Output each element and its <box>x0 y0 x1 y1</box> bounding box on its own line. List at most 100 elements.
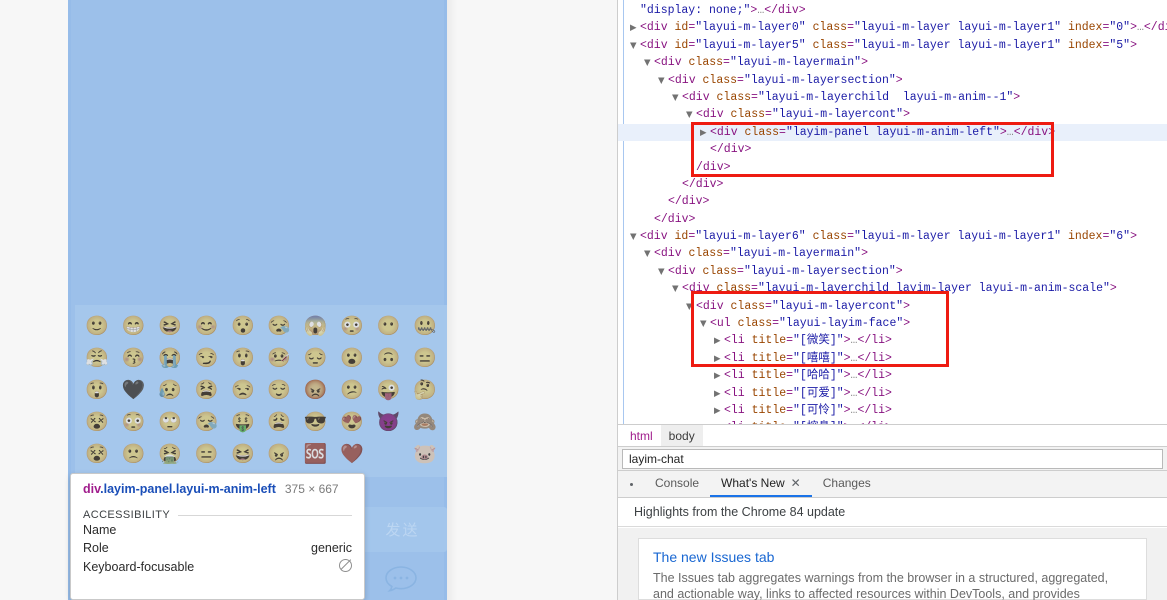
drawer-tab-changes[interactable]: Changes <box>812 471 882 497</box>
emoji-face[interactable]: 😊 <box>188 311 224 342</box>
emoji-face[interactable]: 😏 <box>188 343 224 374</box>
emoji-face[interactable]: 🤮 <box>152 439 188 470</box>
dom-node[interactable]: ▼ <ul class="layui-layim-face"> <box>618 315 1167 332</box>
emoji-face[interactable]: 😒 <box>225 375 261 406</box>
emoji-face[interactable]: 😑 <box>188 439 224 470</box>
chat-bubble-icon[interactable] <box>374 558 428 598</box>
chevron-down-icon[interactable]: ▼ <box>630 229 640 246</box>
chevron-right-icon[interactable]: ▶ <box>714 386 724 403</box>
emoji-face[interactable]: 😜 <box>370 375 406 406</box>
emoji-face[interactable]: 😲 <box>225 343 261 374</box>
breadcrumb[interactable]: html body <box>618 424 1167 447</box>
emoji-face[interactable]: 😩 <box>261 407 297 438</box>
dom-search-input[interactable] <box>622 449 1163 469</box>
emoji-face[interactable]: 😪 <box>261 311 297 342</box>
emoji-face[interactable]: 😵 <box>79 407 115 438</box>
emoji-face[interactable]: 😕 <box>334 375 370 406</box>
emoji-face[interactable]: 🖤 <box>115 375 151 406</box>
dom-node[interactable]: ▶ <li title="[可怜]">…</li> <box>618 402 1167 419</box>
emoji-face[interactable]: 😳 <box>115 407 151 438</box>
emoji-face[interactable]: 😶 <box>370 311 406 342</box>
emoji-face[interactable]: 😌 <box>261 375 297 406</box>
chevron-down-icon[interactable]: ▼ <box>686 299 696 316</box>
more-options-icon[interactable] <box>618 471 644 497</box>
emoji-face[interactable] <box>370 439 406 470</box>
emoji-face[interactable]: 🙈 <box>407 407 443 438</box>
dom-node[interactable]: ▼ <div class="layui-m-layermain"> <box>618 245 1167 262</box>
emoji-face[interactable]: 😳 <box>334 311 370 342</box>
emoji-face[interactable]: 😈 <box>370 407 406 438</box>
emoji-face[interactable]: 😭 <box>152 343 188 374</box>
chevron-down-icon[interactable]: ▼ <box>672 90 682 107</box>
dom-node[interactable]: ▶ <li title="[可爱]">…</li> <box>618 385 1167 402</box>
chevron-right-icon[interactable]: ▶ <box>630 20 640 37</box>
emoji-face[interactable]: 🆘 <box>297 439 333 470</box>
dom-node[interactable]: </div> <box>618 211 1167 228</box>
dom-node[interactable]: ▼ <div class="layui-m-layercont"> <box>618 106 1167 123</box>
emoji-face[interactable]: 😆 <box>225 439 261 470</box>
whats-new-card-title[interactable]: The new Issues tab <box>653 549 1132 565</box>
chevron-right-icon[interactable]: ▶ <box>714 333 724 350</box>
dom-node[interactable]: ▶ <div id="layui-m-layer0" class="layui-m… <box>618 19 1167 36</box>
chevron-right-icon[interactable]: ▶ <box>714 368 724 385</box>
drawer-tab-what-s-new[interactable]: What's New ✕ <box>710 471 812 497</box>
breadcrumb-item-body[interactable]: body <box>660 424 703 447</box>
emoji-face[interactable]: 😔 <box>297 343 333 374</box>
emoji-face[interactable]: 😑 <box>407 343 443 374</box>
dom-node[interactable]: ▼ <div id="layui-m-layer5" class="layui-m… <box>618 37 1167 54</box>
emoji-face[interactable] <box>370 471 406 502</box>
chevron-down-icon[interactable]: ▼ <box>700 316 710 333</box>
chevron-down-icon[interactable]: ▼ <box>658 73 668 90</box>
dom-node[interactable]: </div> <box>618 193 1167 210</box>
emoji-face[interactable]: 😤 <box>79 343 115 374</box>
emoji-face[interactable]: 😥 <box>152 375 188 406</box>
dom-node[interactable]: ▶ <li title="[哈哈]">…</li> <box>618 367 1167 384</box>
emoji-face[interactable]: 😪 <box>188 407 224 438</box>
dom-node[interactable]: /div> <box>618 159 1167 176</box>
breadcrumb-item-html[interactable]: html <box>622 425 661 447</box>
emoji-face[interactable]: 🤐 <box>407 311 443 342</box>
dom-node[interactable]: ▶ <li title="[微笑]">…</li> <box>618 332 1167 349</box>
emoji-face[interactable]: 😮 <box>334 343 370 374</box>
emoji-face[interactable]: 😠 <box>261 439 297 470</box>
chevron-down-icon[interactable]: ▼ <box>672 281 682 298</box>
emoji-face[interactable]: 😯 <box>225 311 261 342</box>
chevron-down-icon[interactable]: ▼ <box>630 38 640 55</box>
dom-node[interactable]: ▼ <div class="layui-m-layercont"> <box>618 298 1167 315</box>
close-icon[interactable]: ✕ <box>791 476 801 490</box>
emoji-face[interactable]: 😚 <box>115 343 151 374</box>
emoji-face[interactable]: 😲 <box>79 375 115 406</box>
dom-node[interactable]: </div> <box>618 141 1167 158</box>
dom-node[interactable]: ▼ <div class="layui-m-layermain"> <box>618 54 1167 71</box>
chevron-down-icon[interactable]: ▼ <box>644 246 654 263</box>
emoji-face[interactable]: 🐷 <box>407 439 443 470</box>
chevron-right-icon[interactable]: ▶ <box>714 403 724 420</box>
dom-node[interactable]: ▼ <div class="layui-m-layersection"> <box>618 263 1167 280</box>
emoji-face[interactable]: 🤒 <box>261 343 297 374</box>
dom-node[interactable]: "display: none;">…</div> <box>618 2 1167 19</box>
emoji-face[interactable]: 😡 <box>297 375 333 406</box>
emoji-face[interactable]: 😁 <box>115 311 151 342</box>
dom-node[interactable]: ▼ <div class="layui-m-layerchild layim-la… <box>618 280 1167 297</box>
dom-node[interactable]: ▶ <li title="[嘻嘻]">…</li> <box>618 350 1167 367</box>
emoji-face[interactable]: 😱 <box>297 311 333 342</box>
send-button[interactable]: 发送 <box>358 507 447 552</box>
emoji-face[interactable]: 😫 <box>188 375 224 406</box>
chevron-right-icon[interactable]: ▶ <box>700 125 710 142</box>
chevron-down-icon[interactable]: ▼ <box>658 264 668 281</box>
chevron-right-icon[interactable]: ▶ <box>714 351 724 368</box>
emoji-face[interactable]: 😆 <box>152 311 188 342</box>
chevron-down-icon[interactable]: ▼ <box>686 107 696 124</box>
dom-node[interactable]: ▼ <div class="layui-m-layerchild layui-m-… <box>618 89 1167 106</box>
dom-node[interactable]: ▼ <div class="layui-m-layersection"> <box>618 72 1167 89</box>
emoji-face[interactable]: 😎 <box>297 407 333 438</box>
emoji-face[interactable]: 😍 <box>334 407 370 438</box>
emoji-face[interactable]: 🙂 <box>79 311 115 342</box>
emoji-face[interactable]: 🤔 <box>407 375 443 406</box>
drawer-tab-console[interactable]: Console <box>644 471 710 497</box>
chevron-down-icon[interactable]: ▼ <box>644 55 654 72</box>
dom-node[interactable]: </div> <box>618 176 1167 193</box>
emoji-face[interactable]: ❤️ <box>334 439 370 470</box>
dom-node[interactable]: ▼ <div id="layui-m-layer6" class="layui-m… <box>618 228 1167 245</box>
emoji-face[interactable]: 🤑 <box>225 407 261 438</box>
